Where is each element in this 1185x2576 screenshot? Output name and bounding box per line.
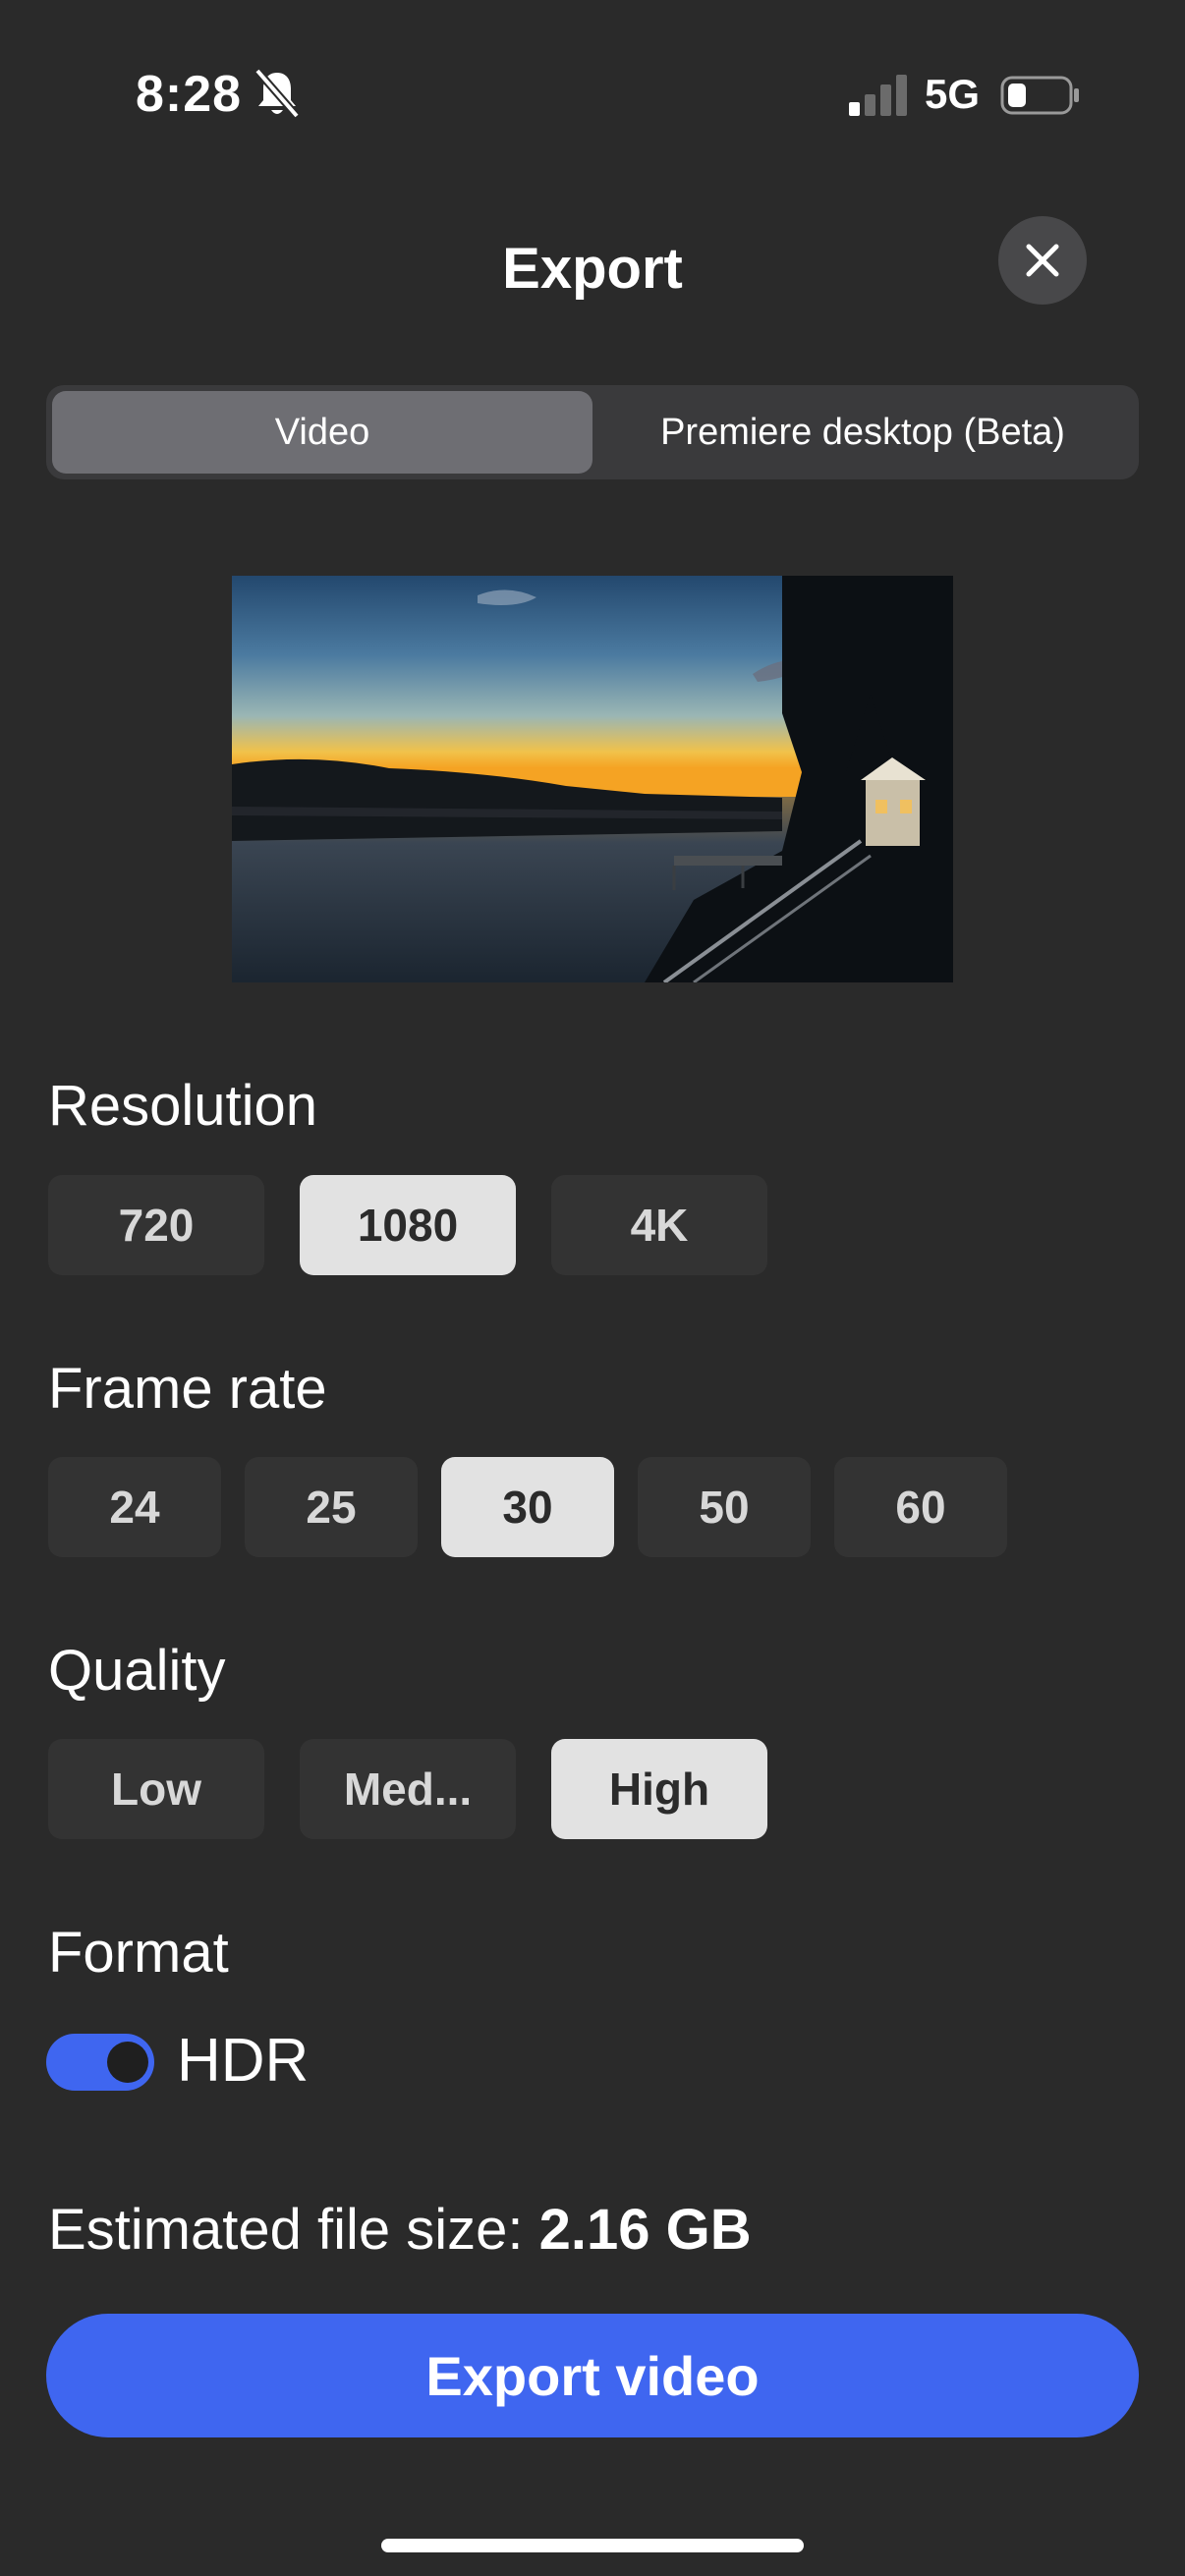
resolution-label: Resolution xyxy=(48,1074,318,1138)
quality-medium-button[interactable]: Med... xyxy=(300,1739,516,1839)
frame-rate-options: 24 25 30 50 60 xyxy=(48,1457,1007,1557)
export-screen: 8:28 5G Export Video Premiere desktop (B… xyxy=(0,0,1185,2576)
hdr-toggle[interactable] xyxy=(46,2034,154,2091)
tab-premiere-desktop[interactable]: Premiere desktop (Beta) xyxy=(592,391,1133,474)
quality-label: Quality xyxy=(48,1639,226,1703)
quality-options: Low Med... High xyxy=(48,1739,767,1839)
resolution-options: 720 1080 4K xyxy=(48,1175,767,1275)
hdr-label: HDR xyxy=(177,2027,310,2095)
frame-rate-60-button[interactable]: 60 xyxy=(834,1457,1007,1557)
frame-rate-25-button[interactable]: 25 xyxy=(245,1457,418,1557)
export-type-tabs: Video Premiere desktop (Beta) xyxy=(46,385,1139,479)
resolution-1080-button[interactable]: 1080 xyxy=(300,1175,516,1275)
signal-icon xyxy=(849,75,907,116)
close-button[interactable] xyxy=(998,216,1087,305)
frame-rate-50-button[interactable]: 50 xyxy=(638,1457,811,1557)
bell-slash-icon xyxy=(254,69,301,119)
toggle-knob xyxy=(107,2042,148,2083)
estimated-file-size: Estimated file size: 2.16 GB xyxy=(48,2197,752,2263)
resolution-720-button[interactable]: 720 xyxy=(48,1175,264,1275)
resolution-4k-button[interactable]: 4K xyxy=(551,1175,767,1275)
export-video-button[interactable]: Export video xyxy=(46,2314,1139,2437)
video-preview xyxy=(232,576,953,982)
home-indicator xyxy=(381,2539,804,2552)
file-size-label: Estimated file size: xyxy=(48,2198,539,2262)
status-time: 8:28 xyxy=(136,66,243,123)
tab-video[interactable]: Video xyxy=(52,391,592,474)
sunset-lake-thumbnail xyxy=(232,576,953,982)
frame-rate-30-button[interactable]: 30 xyxy=(441,1457,614,1557)
network-label: 5G xyxy=(925,71,981,117)
format-label: Format xyxy=(48,1921,229,1985)
quality-low-button[interactable]: Low xyxy=(48,1739,264,1839)
battery-icon xyxy=(1000,76,1079,115)
quality-high-button[interactable]: High xyxy=(551,1739,767,1839)
frame-rate-24-button[interactable]: 24 xyxy=(48,1457,221,1557)
frame-rate-label: Frame rate xyxy=(48,1357,327,1421)
close-icon xyxy=(1026,244,1059,277)
file-size-value: 2.16 GB xyxy=(538,2198,752,2262)
